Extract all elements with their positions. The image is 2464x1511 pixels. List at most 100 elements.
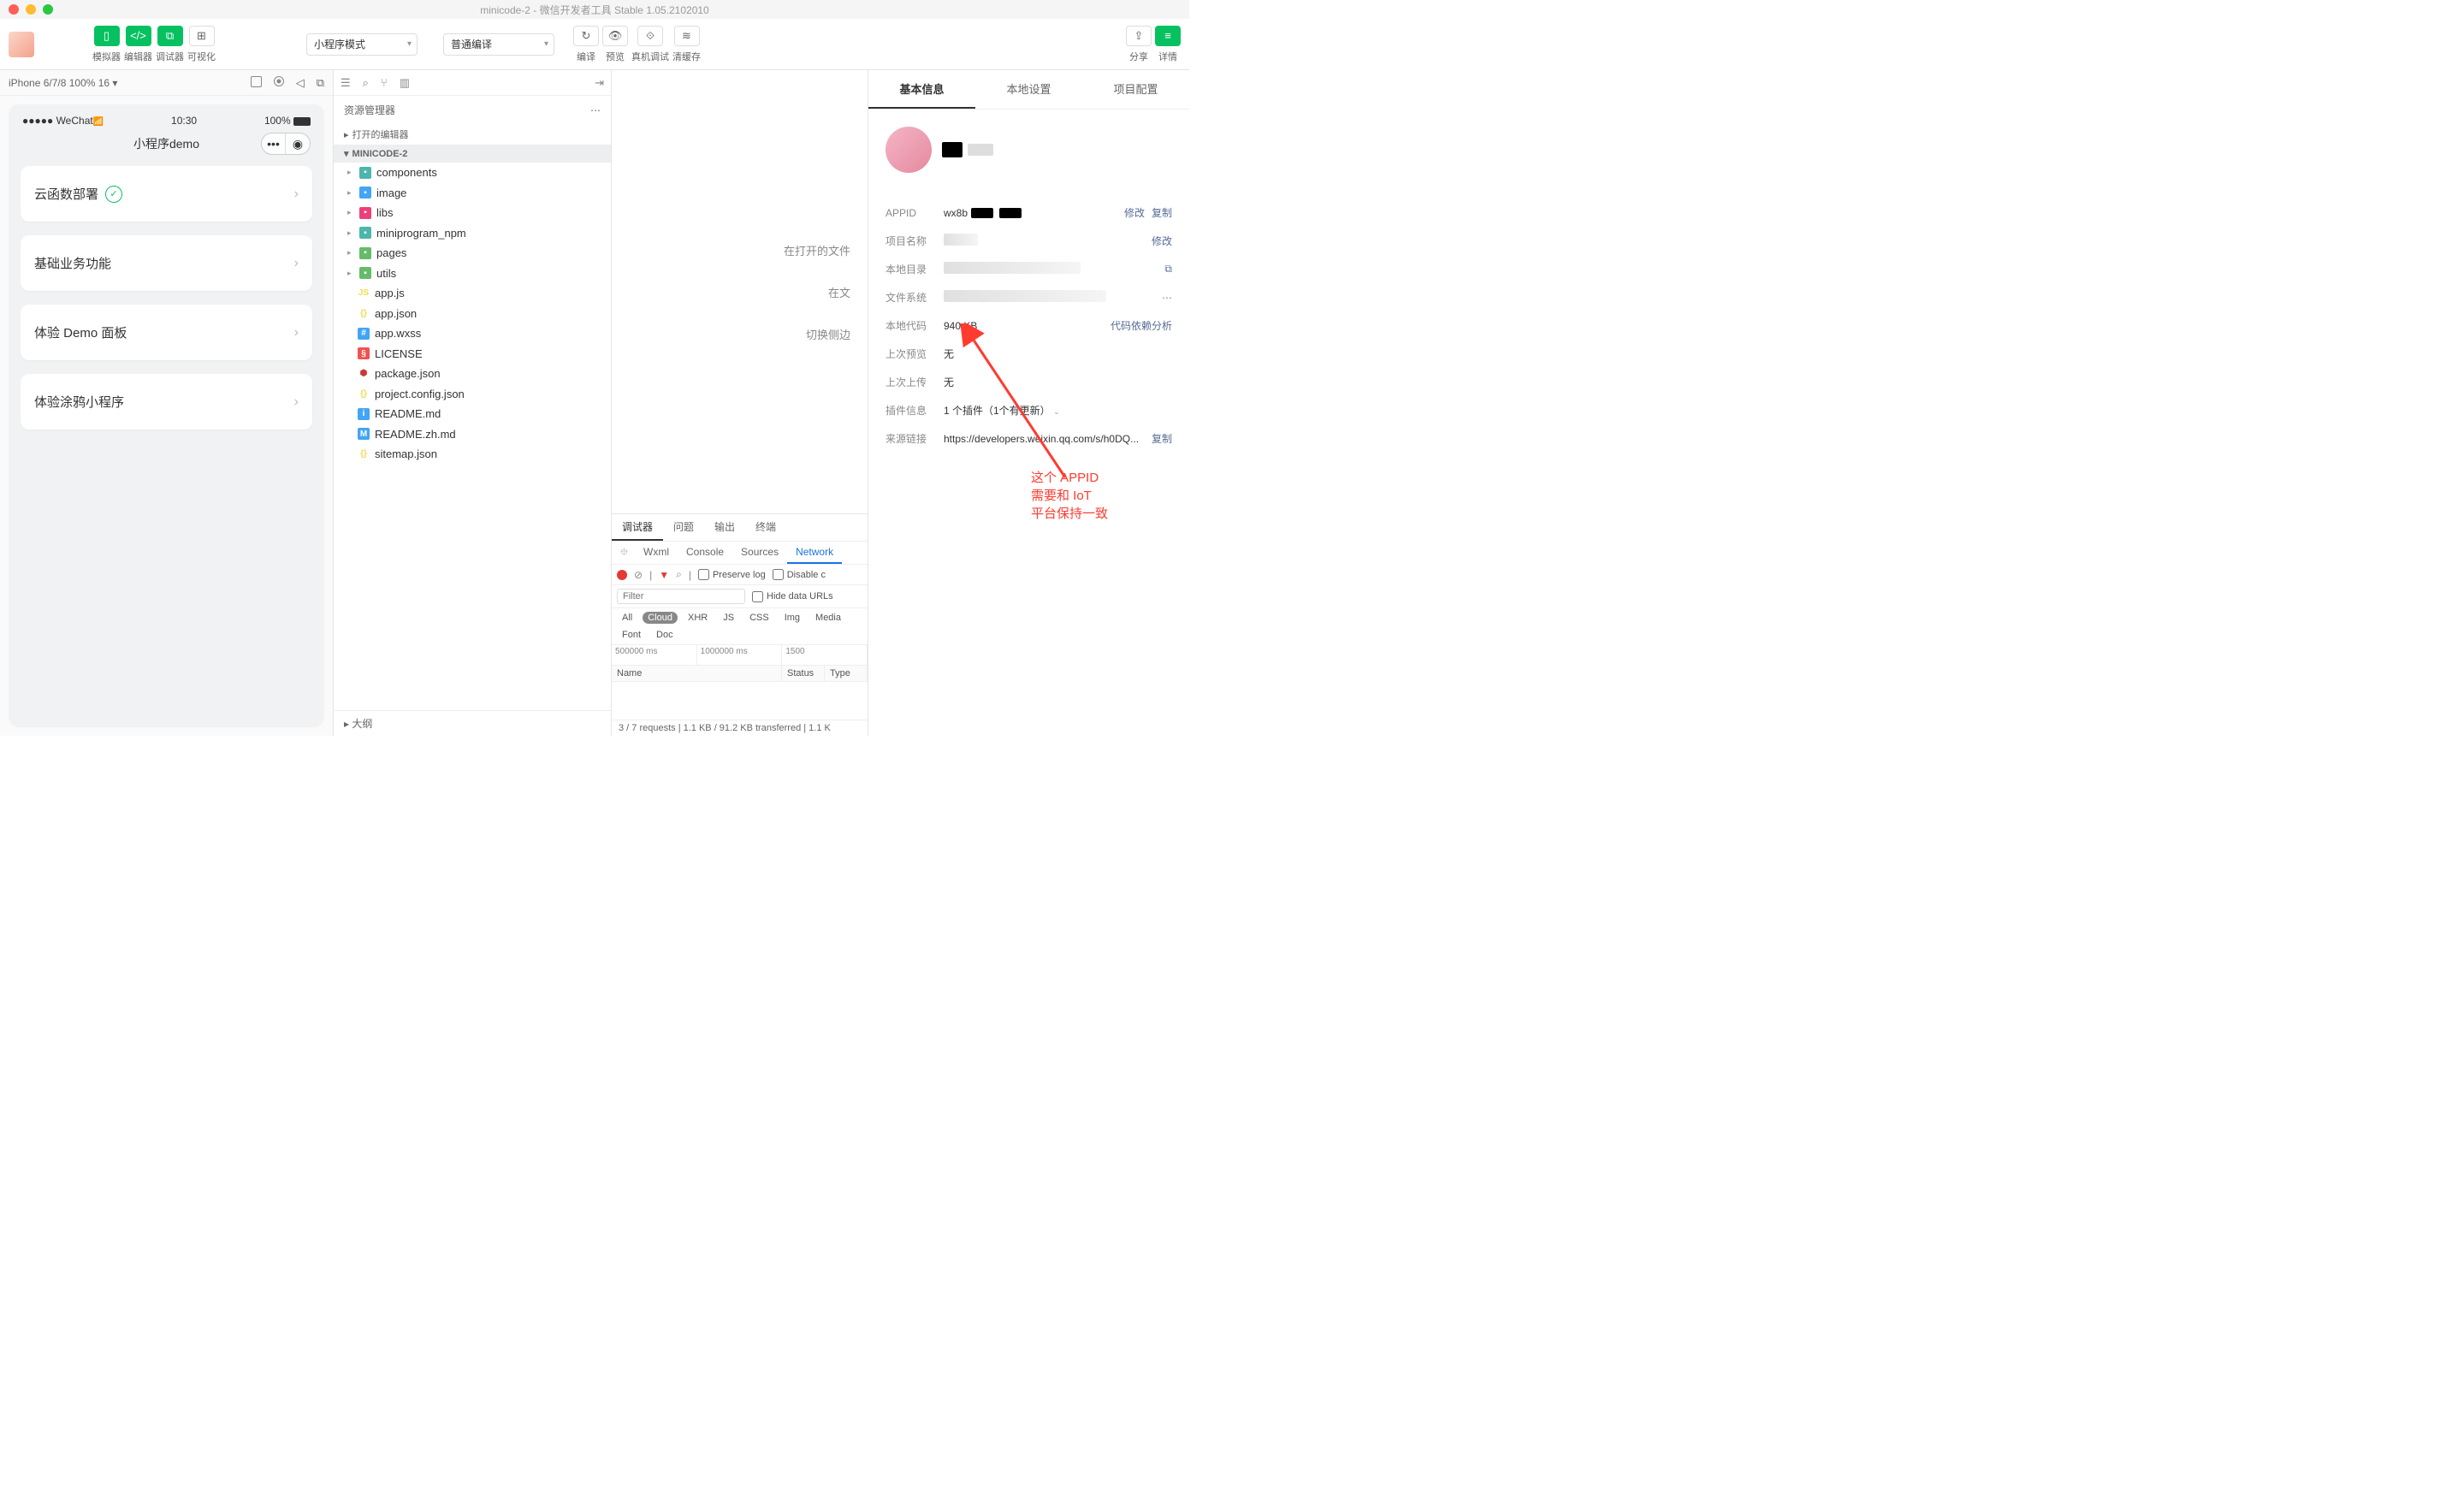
folder-item[interactable]: ▪pages <box>334 243 611 264</box>
col-type[interactable]: Type <box>825 666 868 681</box>
details-tab[interactable]: 基本信息 <box>868 70 975 109</box>
hint-text: 切换侧边 <box>806 326 850 342</box>
clear-icon[interactable]: ⊘ <box>634 569 643 581</box>
last-upload-value: 无 <box>944 375 1172 389</box>
col-status[interactable]: Status <box>782 666 825 681</box>
code-dep-link[interactable]: 代码依赖分析 <box>1111 318 1172 333</box>
minimize-window[interactable] <box>26 4 36 15</box>
filter-input[interactable] <box>617 589 745 604</box>
record-icon[interactable] <box>274 76 284 86</box>
devtools-tab[interactable]: 输出 <box>704 514 745 541</box>
source-value: https://developers.weixin.qq.com/s/h0DQ.… <box>944 433 1145 445</box>
details-button[interactable]: ≡ 详情 <box>1155 26 1181 63</box>
preview-button[interactable]: 👁 预览 <box>602 26 628 63</box>
filter-type[interactable]: XHR <box>683 612 713 624</box>
visualize-button[interactable]: ⊞ 可视化 <box>187 26 216 63</box>
menu-card[interactable]: 体验涂鸦小程序› <box>21 374 312 430</box>
filter-type[interactable]: Doc <box>651 629 678 641</box>
appid-copy-link[interactable]: 复制 <box>1152 205 1172 220</box>
simulator-panel: iPhone 6/7/8 100% 16 ▾ ◁ ⧉ ●●●●● WeChat📶… <box>0 70 334 736</box>
menu-card[interactable]: 云函数部署✓› <box>21 166 312 222</box>
compile-button[interactable]: ↻ 编译 <box>573 26 599 63</box>
folder-item[interactable]: ▪components <box>334 163 611 183</box>
branch-icon[interactable]: ⑂ <box>381 76 388 89</box>
preserve-log-checkbox[interactable]: Preserve log <box>698 569 766 580</box>
screenshot-icon[interactable] <box>251 76 262 87</box>
mute-icon[interactable]: ◁ <box>296 76 305 90</box>
mode-select[interactable]: 小程序模式 <box>306 33 418 56</box>
folder-item[interactable]: ▪libs <box>334 203 611 223</box>
appid-modify-link[interactable]: 修改 <box>1124 205 1145 220</box>
file-item[interactable]: {}app.json <box>334 304 611 324</box>
device-info[interactable]: iPhone 6/7/8 100% 16 ▾ <box>9 77 117 89</box>
record-network-icon[interactable] <box>617 570 627 580</box>
menu-card[interactable]: 体验 Demo 面板› <box>21 305 312 360</box>
capsule-more-icon[interactable]: ••• <box>262 133 286 154</box>
extensions-icon[interactable]: ▥ <box>400 76 410 90</box>
explorer-more-icon[interactable]: ⋯ <box>590 104 601 116</box>
remote-debug-button[interactable]: ⟐ 真机调试 <box>631 26 669 63</box>
local-code-label: 本地代码 <box>886 318 937 333</box>
filter-type[interactable]: Cloud <box>643 612 678 624</box>
popout-icon[interactable]: ⧉ <box>317 76 324 90</box>
editor-button[interactable]: </> 编辑器 <box>124 26 152 63</box>
capsule-menu[interactable]: ••• ◉ <box>261 133 311 155</box>
project-root[interactable]: ▾ MINICODE-2 <box>334 145 611 163</box>
filter-type[interactable]: JS <box>718 612 739 624</box>
filter-type[interactable]: Font <box>617 629 646 641</box>
devtools-subtab[interactable]: Sources <box>732 542 787 564</box>
file-item[interactable]: {}project.config.json <box>334 384 611 405</box>
more-icon[interactable]: ⋯ <box>1162 292 1172 304</box>
plugin-value[interactable]: 1 个插件（1个有更新） ⌄ <box>944 403 1172 418</box>
devtools-subtab[interactable]: Wxml <box>635 542 678 564</box>
network-status: 3 / 7 requests | 1.1 KB / 91.2 KB transf… <box>612 720 868 736</box>
clear-cache-button[interactable]: ≋ 清缓存 <box>672 26 701 63</box>
file-item[interactable]: JSapp.js <box>334 283 611 304</box>
close-window[interactable] <box>9 4 19 15</box>
inspect-icon[interactable]: ⯐ <box>615 544 633 562</box>
file-item[interactable]: {}sitemap.json <box>334 444 611 465</box>
filter-type[interactable]: All <box>617 612 637 624</box>
simulator-button[interactable]: ▯ 模拟器 <box>92 26 121 63</box>
filter-type[interactable]: Media <box>810 612 846 624</box>
devtools-subtab[interactable]: Console <box>678 542 732 564</box>
file-item[interactable]: ⬢package.json <box>334 364 611 384</box>
user-avatar[interactable] <box>9 32 34 57</box>
compile-select[interactable]: 普通编译 <box>443 33 554 56</box>
debugger-button[interactable]: ⧉ 调试器 <box>156 26 184 63</box>
outline-section[interactable]: ▸ 大纲 <box>334 710 611 736</box>
devtools-subtab[interactable]: Network <box>787 542 842 564</box>
folder-item[interactable]: ▪miniprogram_npm <box>334 223 611 244</box>
folder-item[interactable]: ▪utils <box>334 264 611 284</box>
file-item[interactable]: MREADME.zh.md <box>334 424 611 445</box>
file-item[interactable]: iREADME.md <box>334 404 611 424</box>
filter-type[interactable]: CSS <box>744 612 774 624</box>
search-icon[interactable]: ⌕ <box>363 76 369 90</box>
share-button[interactable]: ⇪ 分享 <box>1126 26 1152 63</box>
file-item[interactable]: §LICENSE <box>334 344 611 364</box>
col-name[interactable]: Name <box>612 666 782 681</box>
open-dir-icon[interactable]: ⧉ <box>1164 263 1172 276</box>
file-item[interactable]: #app.wxss <box>334 323 611 344</box>
folder-item[interactable]: ▪image <box>334 183 611 204</box>
maximize-window[interactable] <box>43 4 53 15</box>
list-icon[interactable]: ☰ <box>341 76 351 90</box>
details-tab[interactable]: 本地设置 <box>975 70 1082 109</box>
devtools-tab[interactable]: 调试器 <box>612 514 663 541</box>
search-icon[interactable]: ⌕ <box>676 568 682 581</box>
details-tab[interactable]: 项目配置 <box>1082 70 1189 109</box>
devtools-tab[interactable]: 终端 <box>745 514 786 541</box>
source-copy-link[interactable]: 复制 <box>1152 431 1172 446</box>
status-carrier: ●●●●● WeChat📶 <box>22 115 104 127</box>
capsule-close-icon[interactable]: ◉ <box>286 133 310 154</box>
hide-data-urls-checkbox[interactable]: Hide data URLs <box>752 591 833 602</box>
menu-card[interactable]: 基础业务功能› <box>21 235 312 291</box>
filter-type[interactable]: Img <box>779 612 805 624</box>
open-editors-section[interactable]: ▸ 打开的编辑器 <box>334 124 611 145</box>
disable-cache-checkbox[interactable]: Disable c <box>773 569 826 580</box>
collapse-icon[interactable]: ⇥ <box>595 76 604 90</box>
annotation-text: 这个 APPID需要和 IoT平台保持一致 <box>1031 469 1108 523</box>
devtools-tab[interactable]: 问题 <box>663 514 704 541</box>
filter-icon[interactable]: ▼ <box>659 569 669 581</box>
project-name-modify-link[interactable]: 修改 <box>1152 234 1172 248</box>
